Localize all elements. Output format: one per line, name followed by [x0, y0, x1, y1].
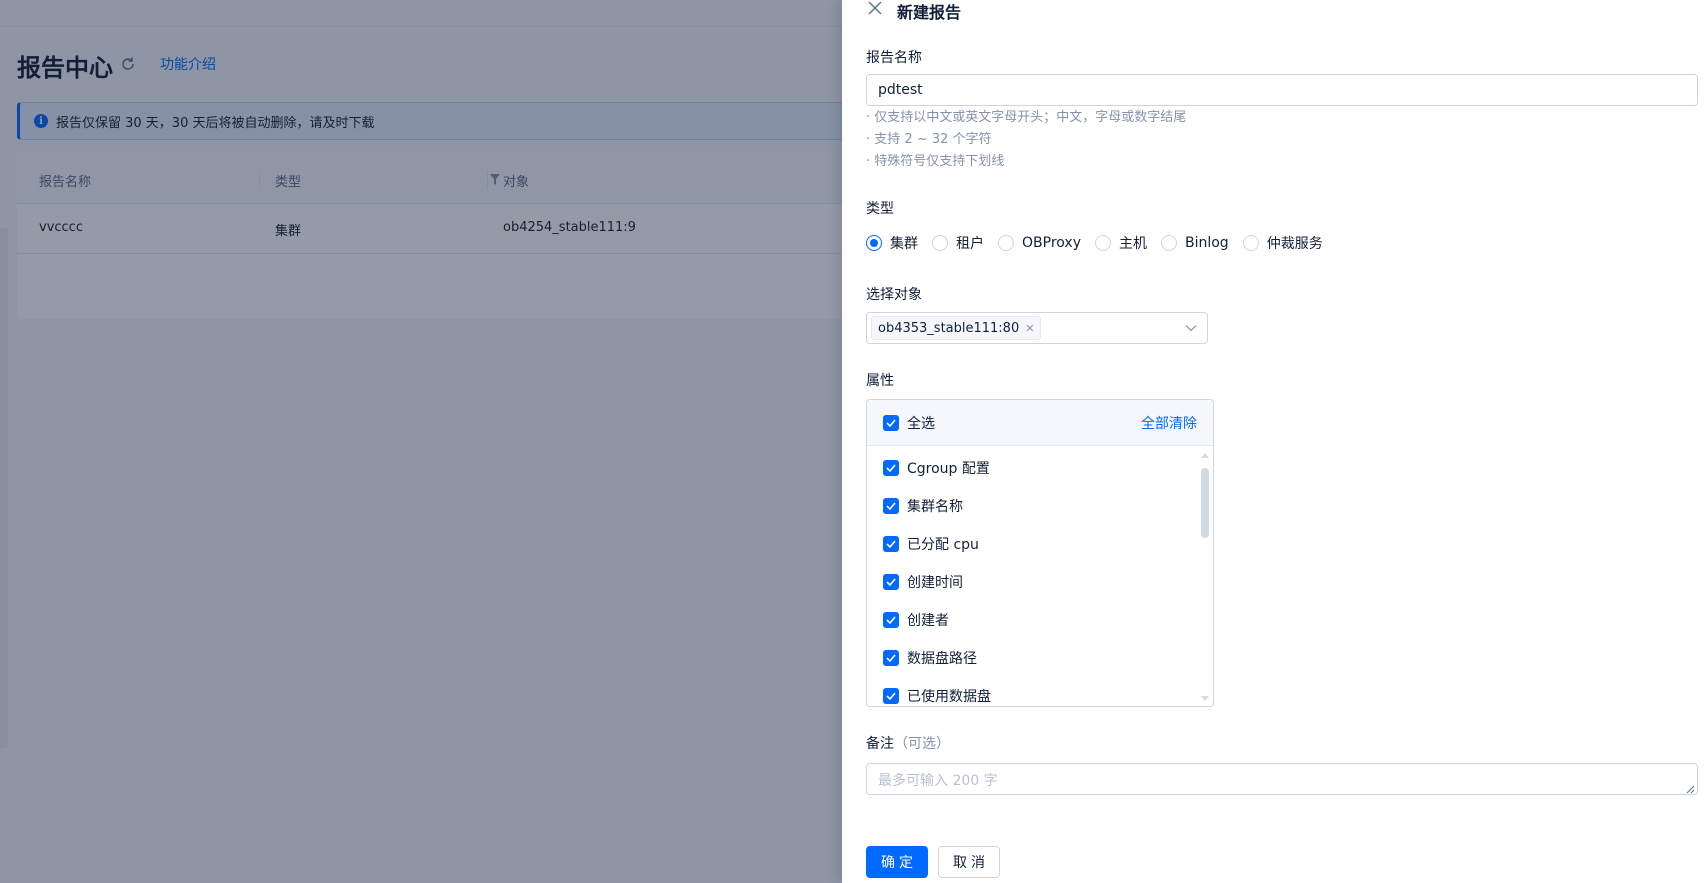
checkbox-checked-icon[interactable] [883, 415, 899, 431]
name-hints: · 仅支持以中文或英文字母开头；中文，字母或数字结尾 · 支持 2 ~ 32 个… [866, 107, 1186, 173]
radio-obproxy[interactable]: OBProxy [998, 235, 1081, 251]
new-report-drawer: 新建报告 报告名称 · 仅支持以中文或英文字母开头；中文，字母或数字结尾 · 支… [842, 0, 1707, 883]
checkbox-label: 集群名称 [907, 499, 963, 515]
target-select[interactable]: ob4353_stable111:80 ✕ [866, 312, 1208, 344]
remark-label-text: 备注 [866, 736, 894, 752]
attribute-checkbox[interactable]: 数据盘路径 [883, 648, 977, 668]
attribute-checkbox[interactable]: 已分配 cpu [883, 534, 979, 554]
target-label: 选择对象 [866, 287, 922, 303]
attributes-panel: 全选 全部清除 Cgroup 配置 集群名称 已分配 cpu 创建时间 创建者 … [866, 399, 1214, 707]
attribute-checkbox[interactable]: 创建者 [883, 610, 949, 630]
scroll-down-arrow-icon[interactable] [1201, 696, 1209, 702]
clear-all-link[interactable]: 全部清除 [1141, 413, 1197, 433]
attributes-list: Cgroup 配置 集群名称 已分配 cpu 创建时间 创建者 数据盘路径 已使… [867, 446, 1213, 706]
checkbox-label: Cgroup 配置 [907, 461, 990, 477]
cancel-button[interactable]: 取消 [938, 846, 1000, 878]
hint-line: · 特殊符号仅支持下划线 [866, 154, 1005, 169]
scroll-up-arrow-icon[interactable] [1201, 452, 1209, 458]
radio-cluster[interactable]: 集群 [866, 233, 918, 253]
checkbox-checked-icon[interactable] [883, 498, 899, 514]
radio-arbitration[interactable]: 仲裁服务 [1242, 233, 1323, 253]
attribute-checkbox[interactable]: 创建时间 [883, 572, 963, 592]
type-radio-group: 集群 租户 OBProxy 主机 Binlog 仲裁服务 [866, 232, 1337, 254]
checkbox-checked-icon[interactable] [883, 536, 899, 552]
drawer-mask[interactable] [0, 0, 842, 883]
radio-label: OBProxy [1022, 235, 1081, 251]
radio-label: 集群 [890, 236, 918, 252]
checkbox-checked-icon[interactable] [883, 574, 899, 590]
confirm-button[interactable]: 确定 [866, 846, 928, 878]
report-name-label: 报告名称 [866, 50, 922, 66]
selected-target-tag: ob4353_stable111:80 ✕ [871, 316, 1042, 340]
scroll-thumb[interactable] [1201, 468, 1209, 538]
radio-label: 仲裁服务 [1266, 236, 1323, 252]
attributes-label: 属性 [866, 373, 894, 389]
radio-unchecked-icon[interactable] [1242, 235, 1259, 251]
resize-handle-icon[interactable] [1685, 784, 1695, 794]
remark-label: 备注（可选） [866, 733, 950, 753]
radio-label: 租户 [956, 236, 984, 252]
close-icon[interactable] [868, 1, 882, 15]
checkbox-checked-icon[interactable] [883, 650, 899, 666]
checkbox-checked-icon[interactable] [883, 688, 899, 704]
radio-checked-icon[interactable] [866, 235, 882, 251]
type-label: 类型 [866, 201, 894, 217]
attributes-header: 全选 全部清除 [867, 400, 1213, 446]
checkbox-label: 创建者 [907, 613, 949, 629]
tag-label: ob4353_stable111:80 [878, 320, 1020, 336]
checkbox-checked-icon[interactable] [883, 612, 899, 628]
checkbox-checked-icon[interactable] [883, 460, 899, 476]
radio-label: Binlog [1184, 235, 1229, 251]
attribute-checkbox[interactable]: 集群名称 [883, 496, 963, 516]
chevron-down-icon[interactable] [1185, 324, 1197, 332]
radio-tenant[interactable]: 租户 [932, 233, 984, 253]
tag-close-icon[interactable]: ✕ [1025, 322, 1034, 335]
radio-unchecked-icon[interactable] [998, 235, 1014, 251]
checkbox-label: 全选 [907, 416, 935, 432]
radio-unchecked-icon[interactable] [1094, 235, 1111, 251]
remark-textarea[interactable] [866, 763, 1698, 795]
radio-unchecked-icon[interactable] [932, 235, 948, 251]
radio-label: 主机 [1118, 236, 1147, 252]
attribute-checkbox[interactable]: 已使用数据盘 [883, 686, 991, 706]
radio-host[interactable]: 主机 [1094, 233, 1147, 253]
select-all-checkbox[interactable]: 全选 [883, 413, 935, 433]
drawer-title: 新建报告 [897, 3, 962, 22]
attribute-checkbox[interactable]: Cgroup 配置 [883, 458, 990, 478]
checkbox-label: 创建时间 [907, 575, 963, 591]
radio-unchecked-icon[interactable] [1160, 235, 1177, 251]
checkbox-label: 已分配 cpu [907, 537, 979, 553]
checkbox-label: 数据盘路径 [907, 651, 977, 667]
optional-hint: （可选） [894, 736, 950, 752]
attributes-scrollbar[interactable] [1201, 452, 1209, 702]
hint-line: · 仅支持以中文或英文字母开头；中文，字母或数字结尾 [866, 110, 1187, 125]
checkbox-label: 已使用数据盘 [907, 689, 991, 705]
report-name-input[interactable] [866, 74, 1698, 106]
hint-line: · 支持 2 ~ 32 个字符 [866, 132, 992, 147]
radio-binlog[interactable]: Binlog [1160, 235, 1229, 251]
